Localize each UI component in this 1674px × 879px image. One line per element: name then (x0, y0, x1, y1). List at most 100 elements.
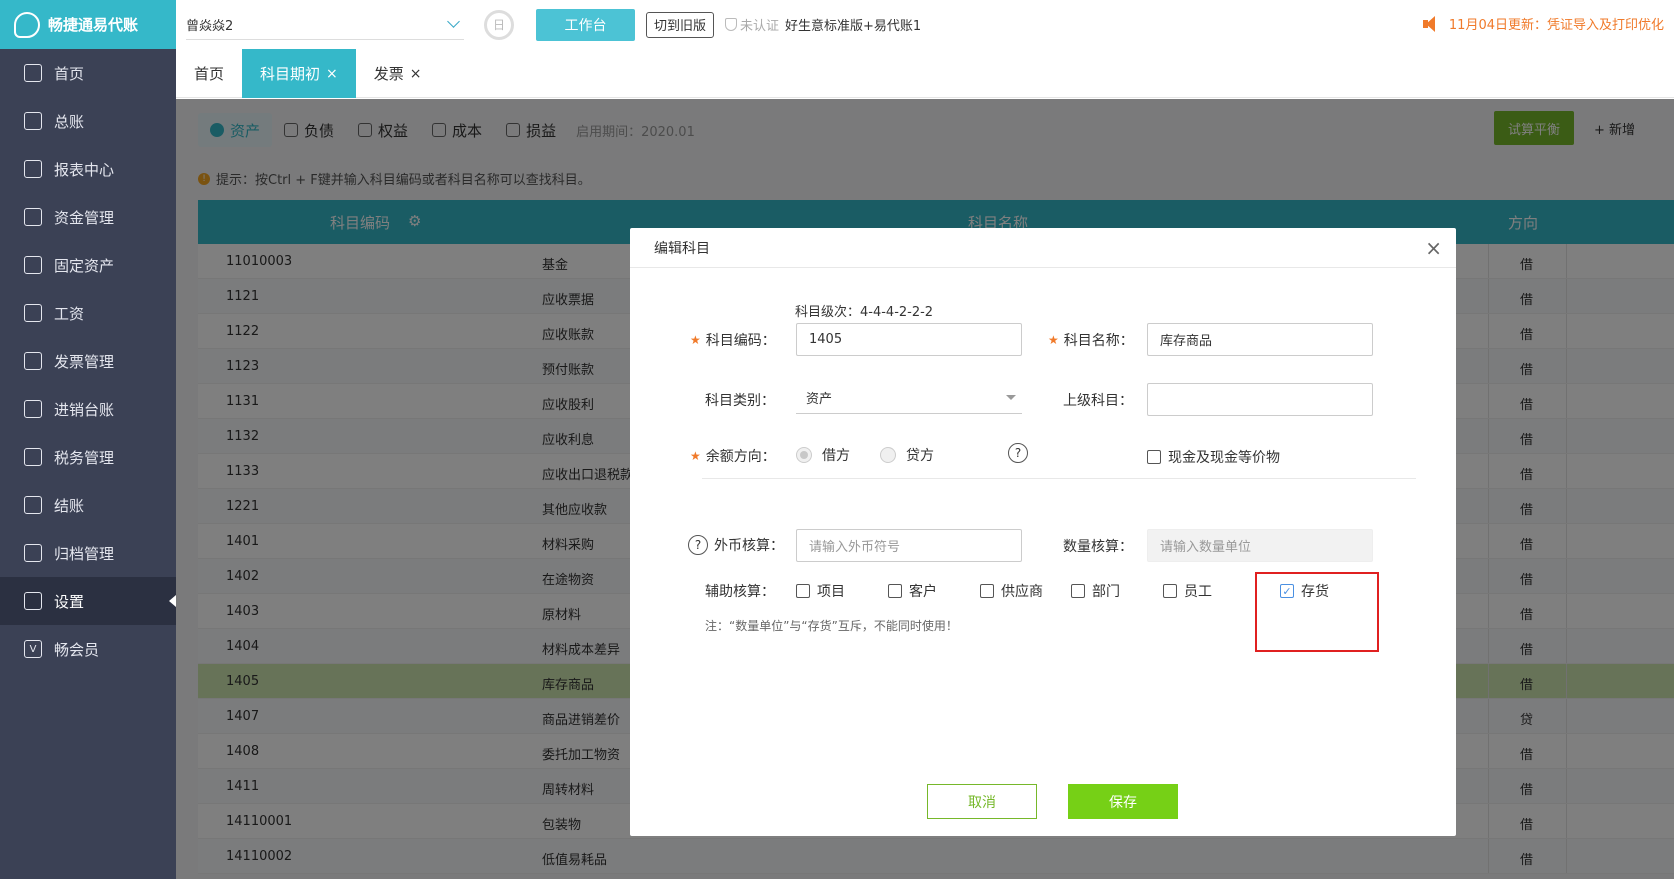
question-icon[interactable]: ? (688, 535, 708, 555)
sidebar-item-fixed-assets[interactable]: 固定资产 (0, 241, 176, 289)
logo-icon (14, 11, 40, 38)
speaker-icon (1422, 15, 1439, 32)
name-label-text: 科目名称： (1063, 333, 1134, 349)
save-button[interactable]: 保存 (1068, 784, 1178, 819)
salary-icon (24, 304, 42, 322)
close-icon[interactable]: × (410, 66, 422, 82)
vip-icon: V (24, 640, 42, 658)
sidebar-item-tax[interactable]: 税务管理 (0, 433, 176, 481)
mutual-exclusion-note: 注：“数量单位”与“存货”互斥，不能同时使用！ (705, 619, 958, 633)
credit-label: 贷方 (906, 448, 934, 464)
tab-label: 发票 (373, 65, 404, 83)
sidebar-item-salary[interactable]: 工资 (0, 289, 176, 337)
code-label: ★ 科目编码： (690, 330, 776, 350)
sidebar-item-inventory[interactable]: 进销台账 (0, 385, 176, 433)
category-value: 资产 (806, 392, 833, 407)
aux-label: 客户 (909, 584, 937, 600)
close-icon[interactable]: × (1425, 236, 1442, 260)
sidebar-item-invoices[interactable]: 发票管理 (0, 337, 176, 385)
sidebar-item-settings[interactable]: 设置 (0, 577, 176, 625)
account-code-input[interactable]: 1405 (796, 323, 1022, 356)
workbench-button[interactable]: 工作台 (536, 8, 635, 41)
debit-radio[interactable]: 借方 (796, 445, 850, 465)
switch-old-version-button[interactable]: 切到旧版 (646, 11, 715, 38)
ledger-icon (24, 112, 42, 130)
caret-down-icon (1006, 395, 1016, 400)
tax-icon (24, 448, 42, 466)
sidebar-item-label: 报表中心 (54, 160, 115, 179)
aux-supplier-checkbox[interactable]: 供应商 (980, 581, 1043, 601)
required-star-icon: ★ (690, 333, 701, 347)
close-icon[interactable]: × (326, 66, 338, 82)
cash-equivalent-checkbox[interactable]: 现金及现金等价物 (1147, 447, 1280, 467)
tab-home[interactable]: 首页 (176, 49, 242, 98)
sidebar-item-home[interactable]: 首页 (0, 49, 176, 97)
aux-employee-checkbox[interactable]: 员工 (1163, 581, 1212, 601)
checkbox-icon (1071, 584, 1085, 598)
sidebar-item-label: 资金管理 (54, 208, 115, 227)
home-icon (24, 64, 42, 82)
certification-status[interactable]: 未认证 好生意标准版+易代账1 (725, 15, 921, 34)
sidebar-item-label: 工资 (54, 304, 85, 323)
quantity-unit-input[interactable]: 请输入数量单位 (1147, 529, 1373, 562)
foreign-currency-input[interactable]: 请输入外币符号 (796, 529, 1022, 562)
sidebar-item-reports[interactable]: 报表中心 (0, 145, 176, 193)
checkbox-icon (796, 584, 810, 598)
sidebar-item-vip[interactable]: V 畅会员 (0, 625, 176, 673)
parent-label: 上级科目： (1063, 393, 1133, 409)
sidebar-item-label: 总账 (54, 112, 85, 131)
sidebar-item-ledger[interactable]: 总账 (0, 97, 176, 145)
invoice-icon (24, 352, 42, 370)
name-label: ★ 科目名称： (1048, 330, 1134, 350)
sidebar: 畅捷通易代账 首页 总账 报表中心 资金管理 固定资产 工资 发票管理 进销台账… (0, 0, 176, 879)
sidebar-item-label: 固定资产 (54, 256, 115, 275)
tab-label: 首页 (194, 65, 225, 83)
credit-radio[interactable]: 贷方 (880, 445, 934, 465)
version-label: 好生意标准版+易代账1 (785, 19, 922, 34)
gear-icon (24, 592, 42, 610)
page-tabs: 首页 科目期初 × 发票 × (176, 49, 1674, 98)
calendar-circle-icon[interactable]: 日 (484, 9, 514, 40)
cancel-button[interactable]: 取消 (927, 784, 1037, 819)
company-name: 曾焱焱2 (186, 18, 234, 34)
tab-label: 科目期初 (260, 65, 321, 83)
sidebar-item-label: 畅会员 (54, 640, 100, 659)
checkbox-icon (888, 584, 902, 598)
sidebar-item-label: 发票管理 (54, 352, 115, 371)
category-select[interactable]: 资产 (796, 382, 1022, 414)
tab-opening-balances[interactable]: 科目期初 × (242, 49, 356, 98)
app-logo[interactable]: 畅捷通易代账 (0, 0, 176, 49)
code-label-text: 科目编码： (705, 333, 776, 349)
archive-icon (24, 544, 42, 562)
sidebar-item-archive[interactable]: 归档管理 (0, 529, 176, 577)
update-notice[interactable]: 11月04日更新：凭证导入及打印优化 (1422, 14, 1664, 33)
radio-icon (880, 447, 896, 463)
checkout-icon (24, 496, 42, 514)
question-icon: ? (1008, 443, 1028, 463)
sidebar-item-label: 归档管理 (54, 544, 115, 563)
aux-label: 员工 (1184, 584, 1212, 600)
checkbox-icon (980, 584, 994, 598)
parent-account-input[interactable] (1147, 383, 1373, 416)
highlight-box (1255, 572, 1379, 652)
company-selector[interactable]: 曾焱焱2 (186, 10, 464, 40)
money-bag-icon (24, 208, 42, 226)
aux-project-checkbox[interactable]: 项目 (796, 581, 845, 601)
auxiliary-label: 辅助核算： (705, 584, 775, 600)
cert-status-text: 未认证 (740, 19, 780, 34)
radio-icon (796, 447, 812, 463)
balance-direction-label: ★ 余额方向： (690, 446, 776, 466)
tab-invoices[interactable]: 发票 × (356, 49, 440, 98)
checkbox-icon (1147, 450, 1161, 464)
aux-department-checkbox[interactable]: 部门 (1071, 581, 1120, 601)
aux-customer-checkbox[interactable]: 客户 (888, 581, 937, 601)
sidebar-item-checkout[interactable]: 结账 (0, 481, 176, 529)
sidebar-item-label: 进销台账 (54, 400, 115, 419)
chevron-down-icon (447, 15, 460, 28)
sidebar-item-funds[interactable]: 资金管理 (0, 193, 176, 241)
inventory-icon (24, 400, 42, 418)
account-name-input[interactable]: 库存商品 (1147, 323, 1373, 356)
chart-icon (24, 160, 42, 178)
help-icon[interactable]: ? (1008, 443, 1034, 463)
required-star-icon: ★ (690, 449, 701, 463)
